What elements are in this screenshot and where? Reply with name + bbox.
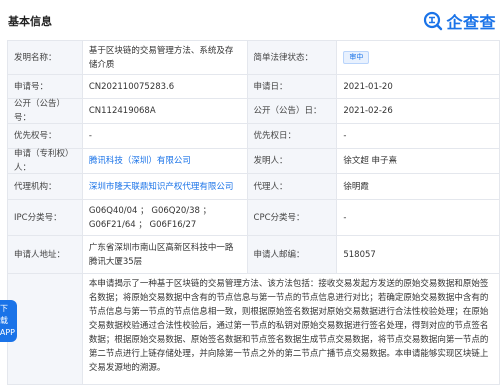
- inventor-label: 发明人：: [247, 149, 338, 173]
- agent-label: 代理人：: [247, 174, 338, 199]
- applicant-label: 申请（专利权）人：: [8, 149, 83, 173]
- ipc-label: IPC分类号：: [8, 200, 83, 235]
- table-row: 本申请揭示了一种基于区块链的交易管理方法、该方法包括：接收交易发起方发送的原始交…: [7, 274, 500, 385]
- postcode-value: 518057: [337, 236, 500, 273]
- table-row: 申请人地址： 广东省深圳市南山区高新区科技中一路腾讯大厦35层 申请人邮编： 5…: [7, 236, 500, 274]
- abstract-value: 本申请揭示了一种基于区块链的交易管理方法、该方法包括：接收交易发起方发送的原始交…: [83, 274, 500, 384]
- status-badge: 审中: [343, 51, 370, 64]
- cpc-value: -: [337, 200, 500, 235]
- abstract-label: [8, 274, 83, 384]
- priority-no-value: -: [83, 124, 248, 148]
- download-app-line1: 下载: [0, 304, 8, 325]
- address-label: 申请人地址：: [8, 236, 83, 273]
- priority-date-value: -: [337, 124, 500, 148]
- application-no-label: 申请号：: [8, 75, 83, 98]
- publication-no-label: 公开（公告）号：: [8, 99, 83, 123]
- table-row: IPC分类号： G06Q40/04 ； G06Q20/38 ； G06F21/6…: [7, 200, 500, 236]
- agent-value: 徐明霞: [337, 174, 500, 199]
- table-row: 优先权号： - 优先权日： -: [7, 124, 500, 149]
- agency-link[interactable]: 深圳市隆天联鼎知识产权代理有限公司: [83, 174, 248, 199]
- invention-name-label: 发明名称：: [8, 41, 83, 74]
- priority-no-label: 优先权号：: [8, 124, 83, 148]
- brand-logo[interactable]: 企查查: [423, 9, 496, 33]
- cpc-label: CPC分类号：: [247, 200, 338, 235]
- application-date-value: 2021-01-20: [337, 75, 500, 98]
- publication-date-value: 2021-02-26: [337, 99, 500, 123]
- table-row: 公开（公告）号： CN112419068A 公开（公告）日： 2021-02-2…: [7, 99, 500, 124]
- legal-status-cell: 审中: [337, 41, 500, 74]
- brand-name: 企查查: [446, 13, 496, 32]
- download-app-button[interactable]: 下载 APP: [0, 300, 17, 342]
- download-app-line2: APP: [0, 328, 15, 337]
- address-value: 广东省深圳市南山区高新区科技中一路腾讯大厦35层: [83, 236, 248, 273]
- inventor-value: 徐文超 申子熹: [337, 149, 500, 173]
- table-row: 申请（专利权）人： 腾讯科技（深圳）有限公司 发明人： 徐文超 申子熹: [7, 149, 500, 174]
- agency-label: 代理机构：: [8, 174, 83, 199]
- section-header: 基本信息 企查查: [0, 0, 500, 40]
- ipc-value: G06Q40/04 ； G06Q20/38 ； G06F21/64 ； G06F…: [83, 200, 248, 235]
- application-date-label: 申请日：: [247, 75, 338, 98]
- applicant-link[interactable]: 腾讯科技（深圳）有限公司: [83, 149, 248, 173]
- priority-date-label: 优先权日：: [247, 124, 338, 148]
- qichacha-logo-icon: [424, 11, 443, 31]
- publication-no-value: CN112419068A: [83, 99, 248, 123]
- section-title: 基本信息: [8, 15, 52, 28]
- application-no-value: CN202110075283.6: [83, 75, 248, 98]
- publication-date-label: 公开（公告）日：: [247, 99, 338, 123]
- table-row: 代理机构： 深圳市隆天联鼎知识产权代理有限公司 代理人： 徐明霞: [7, 174, 500, 200]
- postcode-label: 申请人邮编：: [247, 236, 338, 273]
- table-row: 发明名称： 基于区块链的交易管理方法、系统及存储介质 简单法律状态： 审中: [7, 41, 500, 75]
- invention-name-value: 基于区块链的交易管理方法、系统及存储介质: [83, 41, 248, 74]
- patent-info-table: 发明名称： 基于区块链的交易管理方法、系统及存储介质 简单法律状态： 审中 申请…: [7, 40, 500, 385]
- legal-status-label: 简单法律状态：: [247, 41, 338, 74]
- table-row: 申请号： CN202110075283.6 申请日： 2021-01-20: [7, 75, 500, 99]
